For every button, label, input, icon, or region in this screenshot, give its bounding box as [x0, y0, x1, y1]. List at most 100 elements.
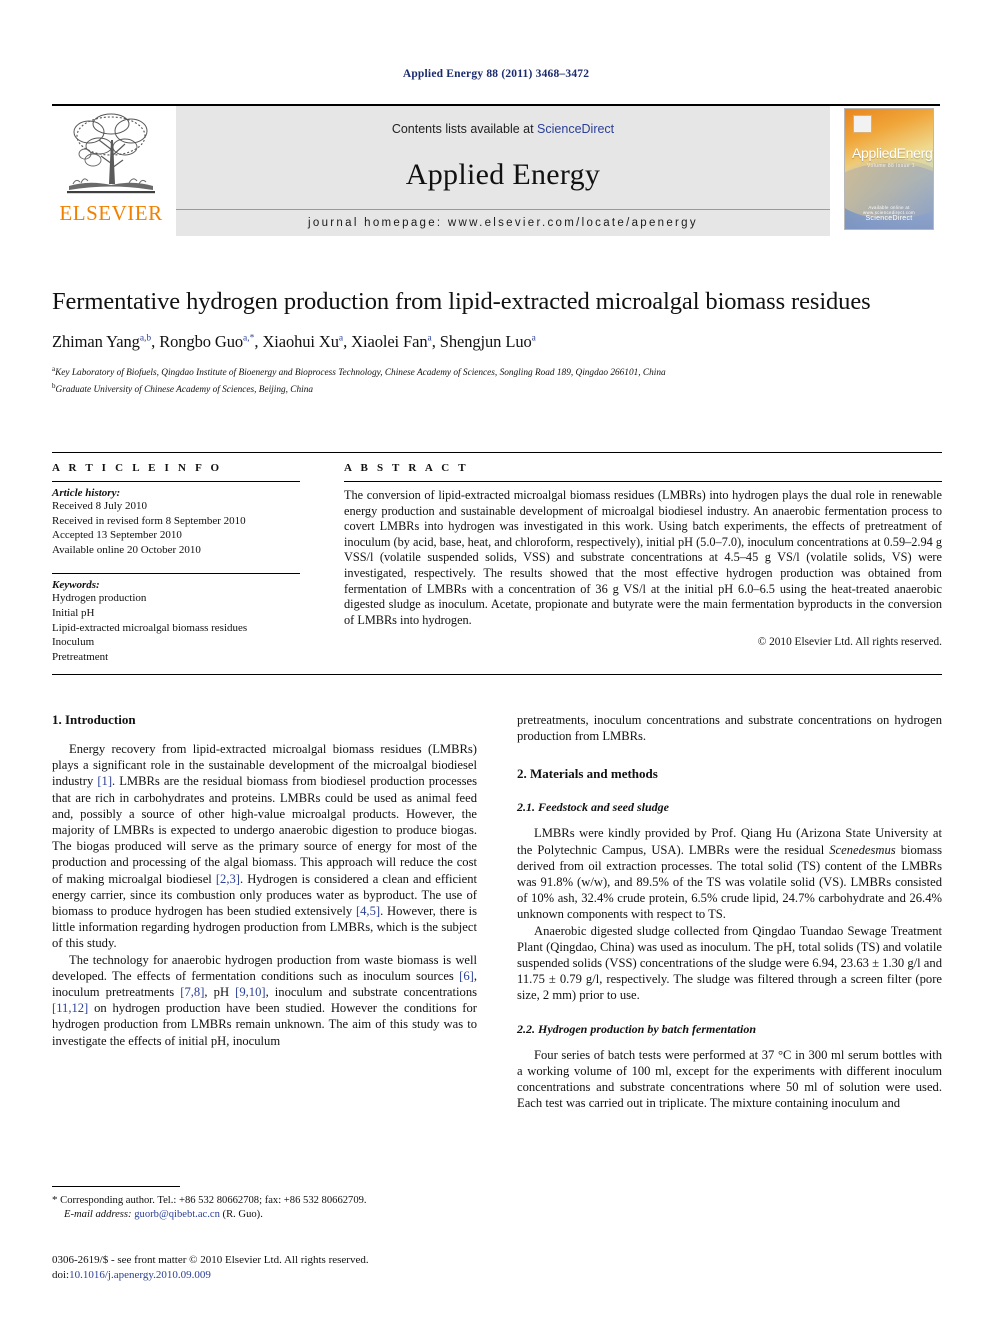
- corresponding-author-footnote: * Corresponding author. Tel.: +86 532 80…: [52, 1186, 477, 1222]
- author-list: Zhiman Yanga,b, Rongbo Guoa,*, Xiaohui X…: [52, 332, 942, 352]
- author-name: Zhiman Yang: [52, 332, 140, 351]
- page-footer: 0306-2619/$ - see front matter © 2010 El…: [52, 1253, 572, 1282]
- affiliation-text: Graduate University of Chinese Academy o…: [55, 385, 314, 396]
- abstract-text: The conversion of lipid-extracted microa…: [344, 488, 942, 627]
- sciencedirect-link[interactable]: ScienceDirect: [537, 122, 614, 136]
- subsection-heading-feedstock: 2.1. Feedstock and seed sludge: [517, 800, 669, 815]
- intro-p2-part-a: The technology for anaerobic hydrogen pr…: [52, 952, 477, 983]
- author-affil-marker: a,b: [139, 333, 152, 344]
- affiliation-list: aKey Laboratory of Biofuels, Qingdao Ins…: [52, 363, 942, 398]
- footnote-corresponding-text: Corresponding author. Tel.: +86 532 8066…: [57, 1195, 367, 1206]
- article-title: Fermentative hydrogen production from li…: [52, 288, 871, 315]
- citation-ref[interactable]: [2,3]: [216, 872, 240, 886]
- affiliation-item: bGraduate University of Chinese Academy …: [52, 380, 942, 397]
- contents-available-line: Contents lists available at ScienceDirec…: [176, 106, 830, 136]
- article-history-item: Received in revised form 8 September 201…: [52, 514, 246, 527]
- section-heading-introduction: 1. Introduction: [52, 712, 136, 727]
- author-separator: ,: [431, 332, 440, 351]
- running-head: Applied Energy 88 (2011) 3468–3472: [402, 68, 590, 80]
- sub22-paragraph-1: Four series of batch tests were performe…: [517, 1047, 942, 1111]
- footnote-rule: [52, 1186, 180, 1187]
- keywords-rule: [52, 573, 300, 575]
- author-entry: Xiaohui Xua,: [262, 332, 351, 351]
- subsection-heading-hydrogen-production: 2.2. Hydrogen production by batch fermen…: [517, 1021, 757, 1036]
- cover-footer: Available online at www.sciencedirect.co…: [845, 205, 933, 222]
- author-entry: Zhiman Yanga,b,: [52, 332, 159, 351]
- doi-link[interactable]: 10.1016/j.apenergy.2010.09.009: [69, 1269, 211, 1281]
- keywords-label: Keywords:: [52, 579, 100, 592]
- article-history-item: Available online 20 October 2010: [52, 543, 201, 556]
- author-entry: Shengjun Luoa: [440, 332, 536, 351]
- footnote-email-line: E-mail address: guorb@qibebt.ac.cn (R. G…: [52, 1208, 477, 1222]
- journal-cover-thumbnail: AppliedEnergy Volume 88 Issue 1 Availabl…: [836, 106, 940, 236]
- intro-p1-part-b: . LMBRs are the residual biomass from bi…: [52, 774, 477, 886]
- abstract-column: A B S T R A C T The conversion of lipid-…: [320, 462, 942, 664]
- contents-prefix: Contents lists available at: [391, 122, 538, 136]
- article-history-item: Received 8 July 2010: [52, 500, 148, 512]
- journal-masthead: ELSEVIER Contents lists available at Sci…: [52, 104, 940, 238]
- doi-label: doi:: [52, 1268, 70, 1281]
- body-column-left: 1. Introduction Energy recovery from lip…: [52, 712, 477, 1111]
- doi-line: doi:10.1016/j.apenergy.2010.09.009: [52, 1268, 572, 1283]
- species-name: Scenedesmus: [829, 842, 896, 857]
- keywords-block: Keywords: Hydrogen production Initial pH…: [52, 579, 300, 664]
- author-name: Xiaohui Xu: [262, 332, 339, 351]
- citation-ref[interactable]: [11,12]: [52, 1001, 88, 1015]
- citation-ref[interactable]: [6]: [459, 969, 474, 983]
- sub21-paragraph-1: LMBRs were kindly provided by Prof. Qian…: [517, 825, 942, 922]
- email-link[interactable]: guorb@qibebt.ac.cn: [134, 1209, 220, 1220]
- author-affil-marker: a,*: [243, 333, 255, 344]
- abstract-copyright: © 2010 Elsevier Ltd. All rights reserved…: [757, 636, 942, 649]
- article-info-rule: [52, 481, 300, 482]
- affiliation-text: Key Laboratory of Biofuels, Qingdao Inst…: [55, 368, 666, 379]
- citation-ref[interactable]: [4,5]: [356, 904, 380, 918]
- citation-ref[interactable]: [9,10]: [235, 985, 265, 999]
- author-name: Shengjun Luo: [439, 332, 532, 351]
- keyword-item: Pretreatment: [52, 650, 109, 663]
- author-entry: Xiaolei Fana,: [351, 332, 440, 351]
- intro-p2-part-c: , pH: [204, 985, 236, 1000]
- abstract-rule: [344, 481, 942, 482]
- cover-title: AppliedEnergy: [852, 145, 933, 161]
- title-block: Fermentative hydrogen production from li…: [52, 286, 942, 398]
- issn-line: 0306-2619/$ - see front matter © 2010 El…: [52, 1254, 369, 1266]
- elsevier-wordmark: ELSEVIER: [59, 201, 163, 225]
- masthead-center-panel: Contents lists available at ScienceDirec…: [176, 106, 830, 236]
- elsevier-tree-icon: [67, 113, 155, 194]
- article-info-column: A R T I C L E I N F O Article history: R…: [52, 462, 320, 664]
- cover-title-part2: Energy: [896, 145, 933, 161]
- intro-paragraph-1: Energy recovery from lipid-extracted mic…: [52, 741, 477, 952]
- citation-ref[interactable]: [1]: [97, 774, 112, 788]
- keyword-item: Lipid-extracted microalgal biomass resid…: [52, 621, 248, 634]
- keyword-item: Initial pH: [52, 606, 95, 619]
- article-info-heading: A R T I C L E I N F O: [52, 462, 223, 474]
- elsevier-logo: ELSEVIER: [52, 106, 170, 236]
- cover-footer-big: ScienceDirect: [865, 215, 913, 222]
- intro-paragraph-2-continued: pretreatments, inoculum concentrations a…: [517, 713, 942, 744]
- abstract-heading: A B S T R A C T: [344, 462, 469, 474]
- journal-article-page: Applied Energy 88 (2011) 3468–3472 ELSEV…: [0, 0, 992, 1323]
- affiliation-item: aKey Laboratory of Biofuels, Qingdao Ins…: [52, 363, 942, 380]
- body-column-right: pretreatments, inoculum concentrations a…: [517, 712, 942, 1111]
- author-name: Xiaolei Fan: [351, 332, 428, 351]
- cover-title-part1: Applied: [852, 145, 897, 161]
- journal-homepage-line[interactable]: journal homepage: www.elsevier.com/locat…: [176, 209, 830, 236]
- cover-subtitle: Volume 88 Issue 1: [867, 163, 915, 169]
- cover-image: AppliedEnergy Volume 88 Issue 1 Availabl…: [844, 108, 934, 230]
- article-history-item: Accepted 13 September 2010: [52, 529, 182, 542]
- article-history-label: Article history:: [52, 487, 121, 499]
- cover-elsevier-mark-icon: [853, 115, 872, 133]
- intro-p2-part-d: , inoculum and substrate concentrations: [265, 985, 478, 1000]
- keyword-item: Hydrogen production: [52, 592, 147, 605]
- journal-title: Applied Energy: [405, 158, 601, 191]
- email-suffix: (R. Guo).: [219, 1209, 263, 1220]
- cover-footer-small: Available online at www.sciencedirect.co…: [863, 205, 915, 215]
- footnote-corresponding-line: * Corresponding author. Tel.: +86 532 80…: [52, 1193, 477, 1208]
- intro-p2-part-e: on hydrogen production have been studied…: [52, 1001, 477, 1048]
- sub21-paragraph-2: Anaerobic digested sludge collected from…: [517, 923, 942, 1003]
- author-affil-marker: a: [531, 333, 536, 344]
- citation-ref[interactable]: [7,8]: [180, 985, 204, 999]
- body-columns: 1. Introduction Energy recovery from lip…: [52, 712, 942, 1111]
- info-abstract-band: A R T I C L E I N F O Article history: R…: [52, 452, 942, 676]
- email-label: E-mail address:: [64, 1209, 132, 1220]
